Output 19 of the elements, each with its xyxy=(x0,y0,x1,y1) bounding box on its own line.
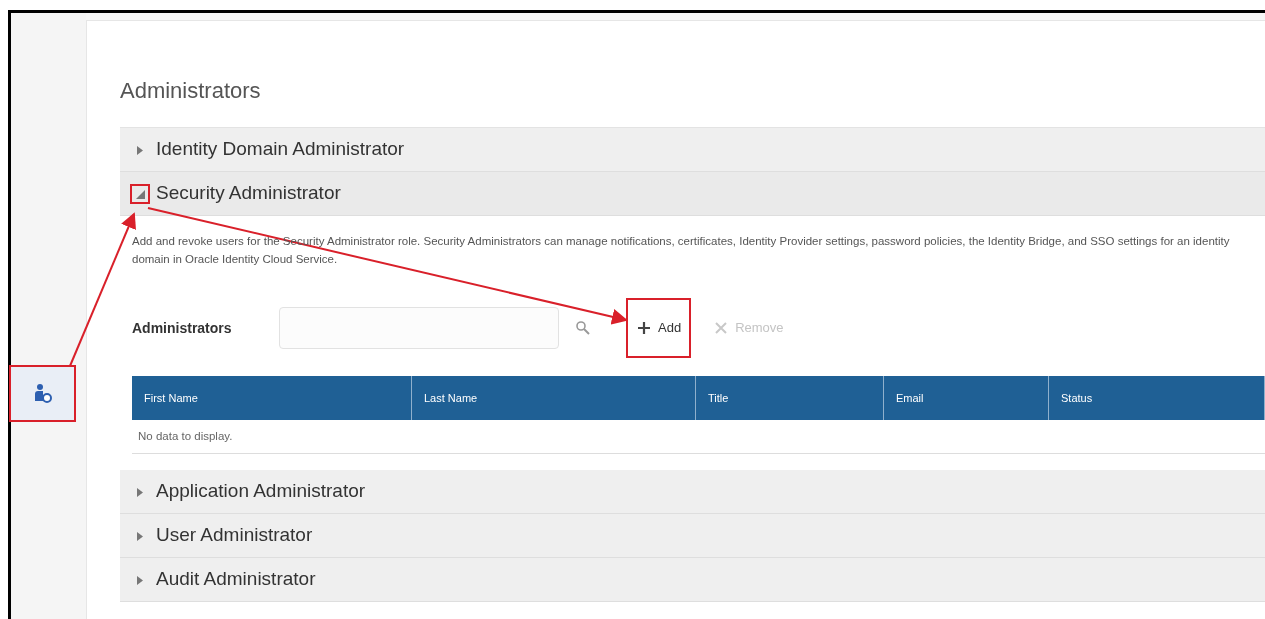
accordion-header[interactable]: Audit Administrator xyxy=(120,558,1265,602)
accordion-header[interactable]: Security Administrator xyxy=(120,172,1265,216)
sidebar-item[interactable] xyxy=(11,367,74,420)
column-header: Last Name xyxy=(412,376,696,420)
accordion-header[interactable]: Identity Domain Administrator xyxy=(120,128,1265,172)
empty-table-message: No data to display. xyxy=(138,428,233,444)
toolbar-label: Administrators xyxy=(132,318,233,338)
column-header: Email xyxy=(884,376,1049,420)
search-icon[interactable] xyxy=(575,320,591,336)
plus-icon xyxy=(636,320,652,336)
column-header: First Name xyxy=(132,376,412,420)
column-header: Title xyxy=(696,376,884,420)
page-title: Administrators xyxy=(120,77,262,105)
accordion-header[interactable]: Application Administrator xyxy=(120,470,1265,514)
close-icon xyxy=(713,320,730,336)
search-field[interactable] xyxy=(279,307,559,349)
accordion-header[interactable]: User Administrator xyxy=(120,514,1265,558)
column-header: Status xyxy=(1049,376,1265,420)
add-button[interactable]: Add xyxy=(628,300,690,356)
